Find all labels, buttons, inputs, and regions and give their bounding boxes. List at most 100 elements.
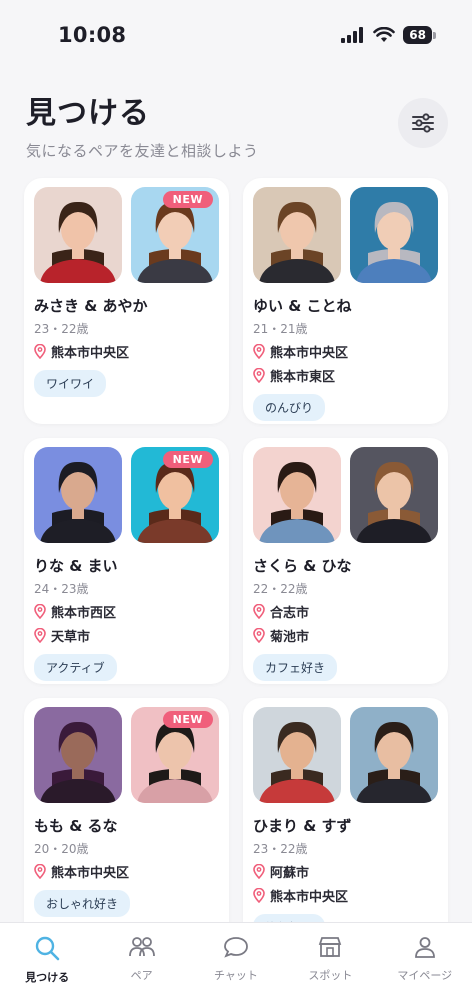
signal-icon (341, 27, 364, 43)
new-badge: NEW (162, 191, 213, 208)
pair-card[interactable]: ゆい & ことね 21・21歳 熊本市中央区 熊本市東区のんびり (243, 178, 448, 424)
bottom-tab-bar: 見つける ペア チャット スポット マイページ (0, 922, 472, 986)
filter-icon (412, 113, 434, 133)
location-row: 天草市 (34, 626, 220, 645)
pair-card[interactable]: NEW もも & るな 20・20歳 熊本市中央区おしゃれ好き (24, 698, 229, 944)
pair-card-grid: NEW みさき & あやか 23・22歳 熊本市中央区 ワイワイ ゆい & ことね 21… (24, 178, 448, 944)
location-text: 天草市 (51, 630, 91, 645)
person-photo-illustration (350, 187, 438, 283)
tab-label: 見つける (25, 971, 70, 984)
status-icons: 68 (341, 26, 436, 44)
page-subtitle: 気になるペアを友達と相談しよう (26, 142, 259, 160)
battery-indicator: 68 (403, 26, 436, 44)
pair-names: みさき & あやか (34, 297, 148, 315)
pair-ages: 23・22歳 (34, 322, 89, 336)
profile-photo (350, 707, 438, 803)
pair-ages: 23・22歳 (253, 842, 308, 856)
pair-card[interactable]: さくら & ひな 22・22歳 合志市 菊池市 カフェ好き (243, 438, 448, 684)
location-pin-icon (34, 628, 46, 643)
vibe-tag: おしゃれ好き (34, 890, 131, 917)
location-pin-icon (34, 864, 46, 879)
pair-photos: NEW (34, 447, 220, 543)
profile-photo (34, 187, 122, 283)
pair-names: ゆい & ことね (253, 297, 352, 315)
person-photo-illustration (34, 447, 122, 543)
person-photo-illustration (34, 707, 122, 803)
location-pin-icon (253, 368, 265, 383)
location-text: 熊本市中央区 (270, 890, 349, 905)
status-time: 10:08 (58, 23, 127, 47)
pair-photos (253, 447, 439, 543)
vibe-tag: カフェ好き (253, 654, 338, 681)
pair-names: りな & まい (34, 557, 118, 575)
pair-names: ひまり & すず (253, 817, 352, 835)
person-photo-illustration (350, 447, 438, 543)
vibe-tag: のんびり (253, 394, 326, 421)
profile-icon (413, 935, 437, 963)
profile-photo (350, 187, 438, 283)
location-row: 熊本市中央区 (253, 342, 439, 361)
vibe-tag: アクティブ (34, 654, 117, 681)
pair-photos: NEW (34, 707, 220, 803)
location-pin-icon (34, 604, 46, 619)
pair-photos: NEW (34, 187, 220, 283)
tab-label: ペア (130, 969, 153, 982)
location-text: 熊本市東区 (270, 370, 336, 385)
profile-photo: NEW (131, 187, 219, 283)
pair-ages: 22・22歳 (253, 582, 308, 596)
tab-label: マイページ (397, 969, 453, 982)
pair-ages: 24・23歳 (34, 582, 89, 596)
location-text: 熊本市中央区 (51, 346, 130, 361)
location-row: 阿蘇市 (253, 862, 439, 881)
profile-photo (34, 447, 122, 543)
location-row: 熊本市西区 (34, 602, 220, 621)
location-pin-icon (253, 888, 265, 903)
pair-card[interactable]: NEW みさき & あやか 23・22歳 熊本市中央区 ワイワイ (24, 178, 229, 424)
tab-store[interactable]: スポット (283, 935, 377, 983)
new-badge: NEW (162, 711, 213, 728)
tab-pair[interactable]: ペア (95, 935, 189, 983)
person-photo-illustration (253, 447, 341, 543)
location-row: 熊本市中央区 (34, 342, 220, 361)
pair-names: もも & るな (34, 817, 118, 835)
location-row: 熊本市中央区 (253, 886, 439, 905)
pair-photos (253, 707, 439, 803)
profile-photo: NEW (131, 447, 219, 543)
person-photo-illustration (253, 187, 341, 283)
person-photo-illustration (34, 187, 122, 283)
filter-button[interactable] (398, 98, 448, 148)
tab-label: スポット (308, 969, 353, 982)
status-bar: 10:08 68 (0, 0, 472, 70)
location-row: 菊池市 (253, 626, 439, 645)
location-pin-icon (34, 344, 46, 359)
pair-ages: 21・21歳 (253, 322, 308, 336)
store-icon (317, 935, 343, 963)
pair-card[interactable]: ひまり & すず23・22歳 阿蘇市 熊本市中央区旅行好き (243, 698, 448, 944)
location-text: 阿蘇市 (270, 866, 310, 881)
profile-photo (253, 707, 341, 803)
pair-photos (253, 187, 439, 283)
pair-card[interactable]: NEW りな & まい 24・23歳 熊本市西区 天草市アクティブ (24, 438, 229, 684)
search-icon (34, 935, 60, 965)
location-text: 熊本市西区 (51, 606, 117, 621)
profile-photo (350, 447, 438, 543)
pair-ages: 20・20歳 (34, 842, 89, 856)
tab-search[interactable]: 見つける (0, 935, 94, 985)
tab-profile[interactable]: マイページ (378, 935, 472, 983)
profile-photo (34, 707, 122, 803)
profile-photo: NEW (131, 707, 219, 803)
pair-icon (128, 935, 156, 963)
page-title: 見つける (26, 96, 150, 131)
wifi-icon (373, 27, 396, 42)
location-text: 熊本市中央区 (270, 346, 349, 361)
tab-chat[interactable]: チャット (189, 935, 283, 983)
profile-photo (253, 187, 341, 283)
page-header: 見つける 気になるペアを友達と相談しよう (26, 88, 446, 161)
tab-label: チャット (214, 969, 258, 982)
person-photo-illustration (253, 707, 341, 803)
location-row: 熊本市中央区 (34, 862, 220, 881)
location-pin-icon (253, 864, 265, 879)
location-text: 熊本市中央区 (51, 866, 130, 881)
location-row: 合志市 (253, 602, 439, 621)
profile-photo (253, 447, 341, 543)
